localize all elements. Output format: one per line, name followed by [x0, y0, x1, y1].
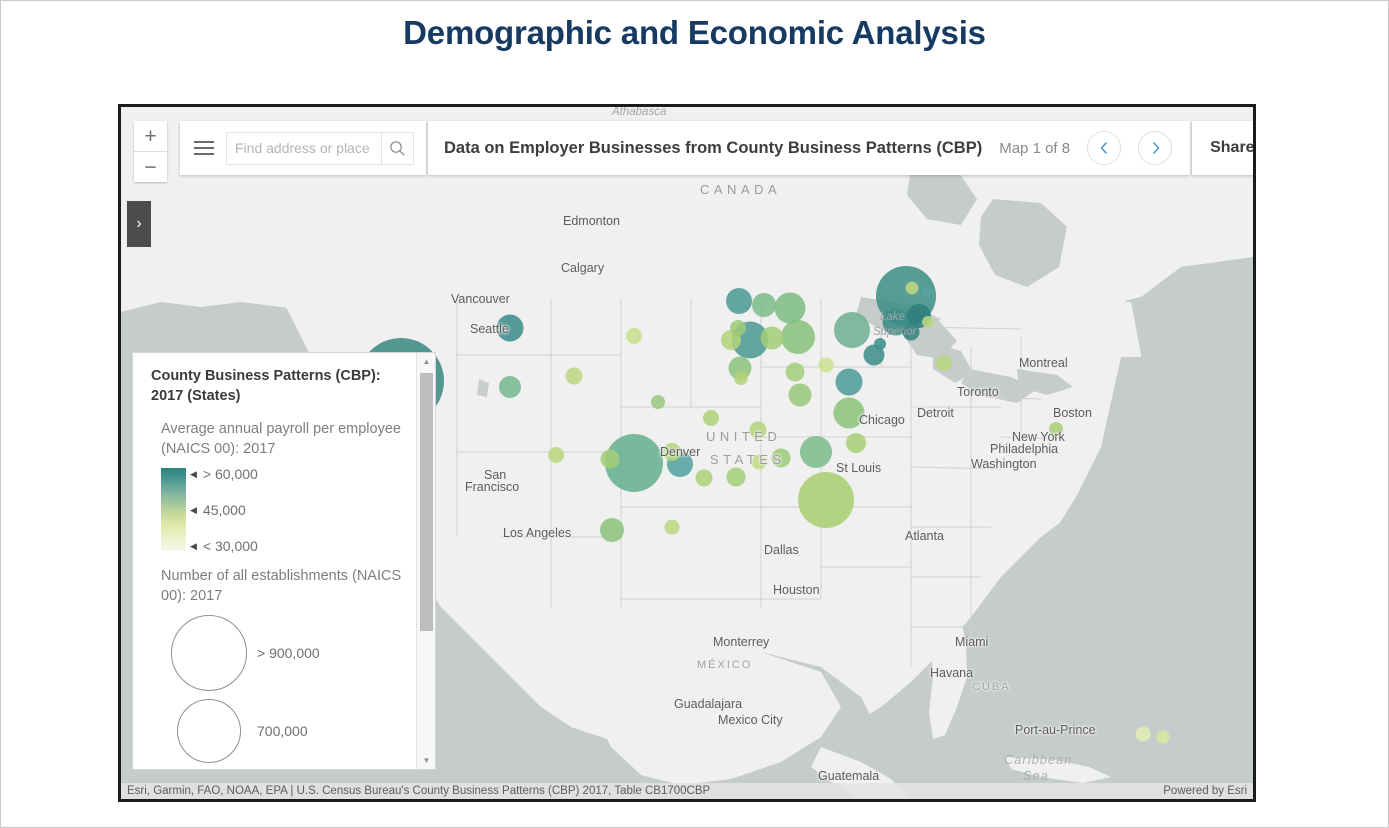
- map-bubble[interactable]: [781, 320, 815, 354]
- map-bubble[interactable]: [772, 449, 791, 468]
- color-ramp-labels: ◀ > 60,000 ◀ 45,000 ◀ < 30,000: [190, 468, 370, 551]
- scroll-up-icon[interactable]: ▲: [417, 353, 436, 370]
- map-bubble[interactable]: [626, 328, 642, 344]
- size-circle-wrap: [161, 699, 257, 763]
- legend-scrollbar[interactable]: ▲ ▼: [416, 353, 435, 769]
- map-bubble[interactable]: [834, 312, 870, 348]
- map-bubble[interactable]: [834, 398, 865, 429]
- map-bubble[interactable]: [665, 520, 680, 535]
- map-bubble[interactable]: [750, 422, 767, 439]
- legend-title: County Business Patterns (CBP): 2017 (St…: [151, 367, 403, 406]
- map-bubble[interactable]: [903, 324, 920, 341]
- map-bubble[interactable]: [874, 338, 886, 350]
- legend-panel[interactable]: County Business Patterns (CBP): 2017 (St…: [132, 352, 436, 770]
- map-bubble[interactable]: [819, 358, 834, 373]
- size-circle: [177, 699, 241, 763]
- hamburger-icon[interactable]: [194, 141, 214, 155]
- share-button[interactable]: Share: [1192, 121, 1256, 175]
- map-bubble[interactable]: [499, 376, 521, 398]
- map-bubble[interactable]: [696, 470, 713, 487]
- legend-color-label: Average annual payroll per employee (NAI…: [161, 420, 403, 459]
- map-bubble[interactable]: [906, 282, 919, 295]
- ramp-stop-low: ◀ < 30,000: [190, 538, 258, 554]
- attribution-sources: Esri, Garmin, FAO, NOAA, EPA | U.S. Cens…: [127, 785, 710, 797]
- scrollbar-thumb[interactable]: [420, 373, 433, 631]
- tick-marker-icon: ◀: [190, 469, 197, 480]
- search-icon[interactable]: [381, 133, 413, 164]
- map-title-section: Data on Employer Businesses from County …: [428, 121, 1190, 175]
- size-legend-value: 700,000: [257, 723, 308, 739]
- chevron-left-icon: [1100, 141, 1109, 155]
- map-bubble[interactable]: [775, 293, 806, 324]
- size-circle-wrap: [161, 615, 257, 691]
- map-title: Data on Employer Businesses from County …: [444, 139, 982, 158]
- size-circle: [171, 615, 247, 691]
- color-ramp-group: ◀ > 60,000 ◀ 45,000 ◀ < 30,000: [161, 468, 403, 551]
- map-bubble[interactable]: [727, 468, 746, 487]
- map-bubble[interactable]: [566, 368, 583, 385]
- map-bubble[interactable]: [548, 447, 564, 463]
- search-section: [180, 121, 426, 175]
- next-map-button[interactable]: [1138, 131, 1172, 165]
- map-bubble[interactable]: [663, 443, 681, 461]
- size-legend-item: > 900,000: [161, 615, 403, 691]
- attribution-bar: Esri, Garmin, FAO, NOAA, EPA | U.S. Cens…: [121, 783, 1253, 799]
- color-ramp: [161, 468, 186, 551]
- previous-map-button[interactable]: [1087, 131, 1121, 165]
- scroll-down-icon[interactable]: ▼: [417, 752, 436, 769]
- map-bubble[interactable]: [1136, 727, 1151, 742]
- map-bubble[interactable]: [836, 369, 863, 396]
- chevron-right-icon: [1151, 141, 1160, 155]
- map-top-bar: Data on Employer Businesses from County …: [180, 121, 1256, 175]
- map-counter: Map 1 of 8: [999, 140, 1070, 157]
- map-bubble[interactable]: [1049, 422, 1063, 436]
- map-bubble[interactable]: [601, 450, 620, 469]
- map-bubble[interactable]: [786, 363, 805, 382]
- search-input[interactable]: [227, 134, 381, 163]
- zoom-controls[interactable]: + −: [134, 121, 167, 182]
- search-box[interactable]: [226, 132, 414, 165]
- map-viewer[interactable]: AthabascaCANADAEdmontonCalgaryVancouverS…: [118, 104, 1256, 802]
- map-bubble[interactable]: [703, 410, 719, 426]
- share-label: Share: [1210, 139, 1254, 157]
- tick-marker-icon: ◀: [190, 541, 197, 552]
- zoom-in-button[interactable]: +: [134, 121, 167, 152]
- map-bubble[interactable]: [761, 327, 784, 350]
- ramp-stop-mid: ◀ 45,000: [190, 502, 246, 518]
- tick-marker-icon: ◀: [190, 505, 197, 516]
- map-bubble[interactable]: [651, 395, 665, 409]
- map-bubble[interactable]: [752, 293, 776, 317]
- map-bubble[interactable]: [734, 371, 748, 385]
- legend-content: County Business Patterns (CBP): 2017 (St…: [133, 353, 415, 769]
- powered-by-esri: Powered by Esri: [1163, 785, 1247, 797]
- map-bubble[interactable]: [922, 286, 935, 299]
- size-legend-list: > 900,000 700,000: [161, 615, 403, 769]
- map-bubble[interactable]: [798, 472, 854, 528]
- map-bubble[interactable]: [600, 518, 624, 542]
- size-legend-item: 700,000: [161, 699, 403, 763]
- map-bubble[interactable]: [726, 288, 752, 314]
- map-bubble[interactable]: [497, 315, 524, 342]
- map-bubble[interactable]: [936, 355, 952, 371]
- ramp-stop-high: ◀ > 60,000: [190, 466, 258, 482]
- map-bubble[interactable]: [1157, 731, 1170, 744]
- expand-panel-button[interactable]: ›: [127, 201, 151, 247]
- map-bubble[interactable]: [789, 384, 812, 407]
- zoom-out-button[interactable]: −: [134, 152, 167, 182]
- map-bubble[interactable]: [922, 316, 934, 328]
- size-legend-value: > 900,000: [257, 645, 320, 661]
- map-bubble[interactable]: [846, 433, 866, 453]
- map-bubble[interactable]: [800, 436, 832, 468]
- page-title: Demographic and Economic Analysis: [0, 14, 1389, 52]
- legend-size-label: Number of all establishments (NAICS 00):…: [161, 567, 403, 606]
- map-bubble[interactable]: [730, 320, 746, 336]
- map-bubble[interactable]: [752, 455, 767, 470]
